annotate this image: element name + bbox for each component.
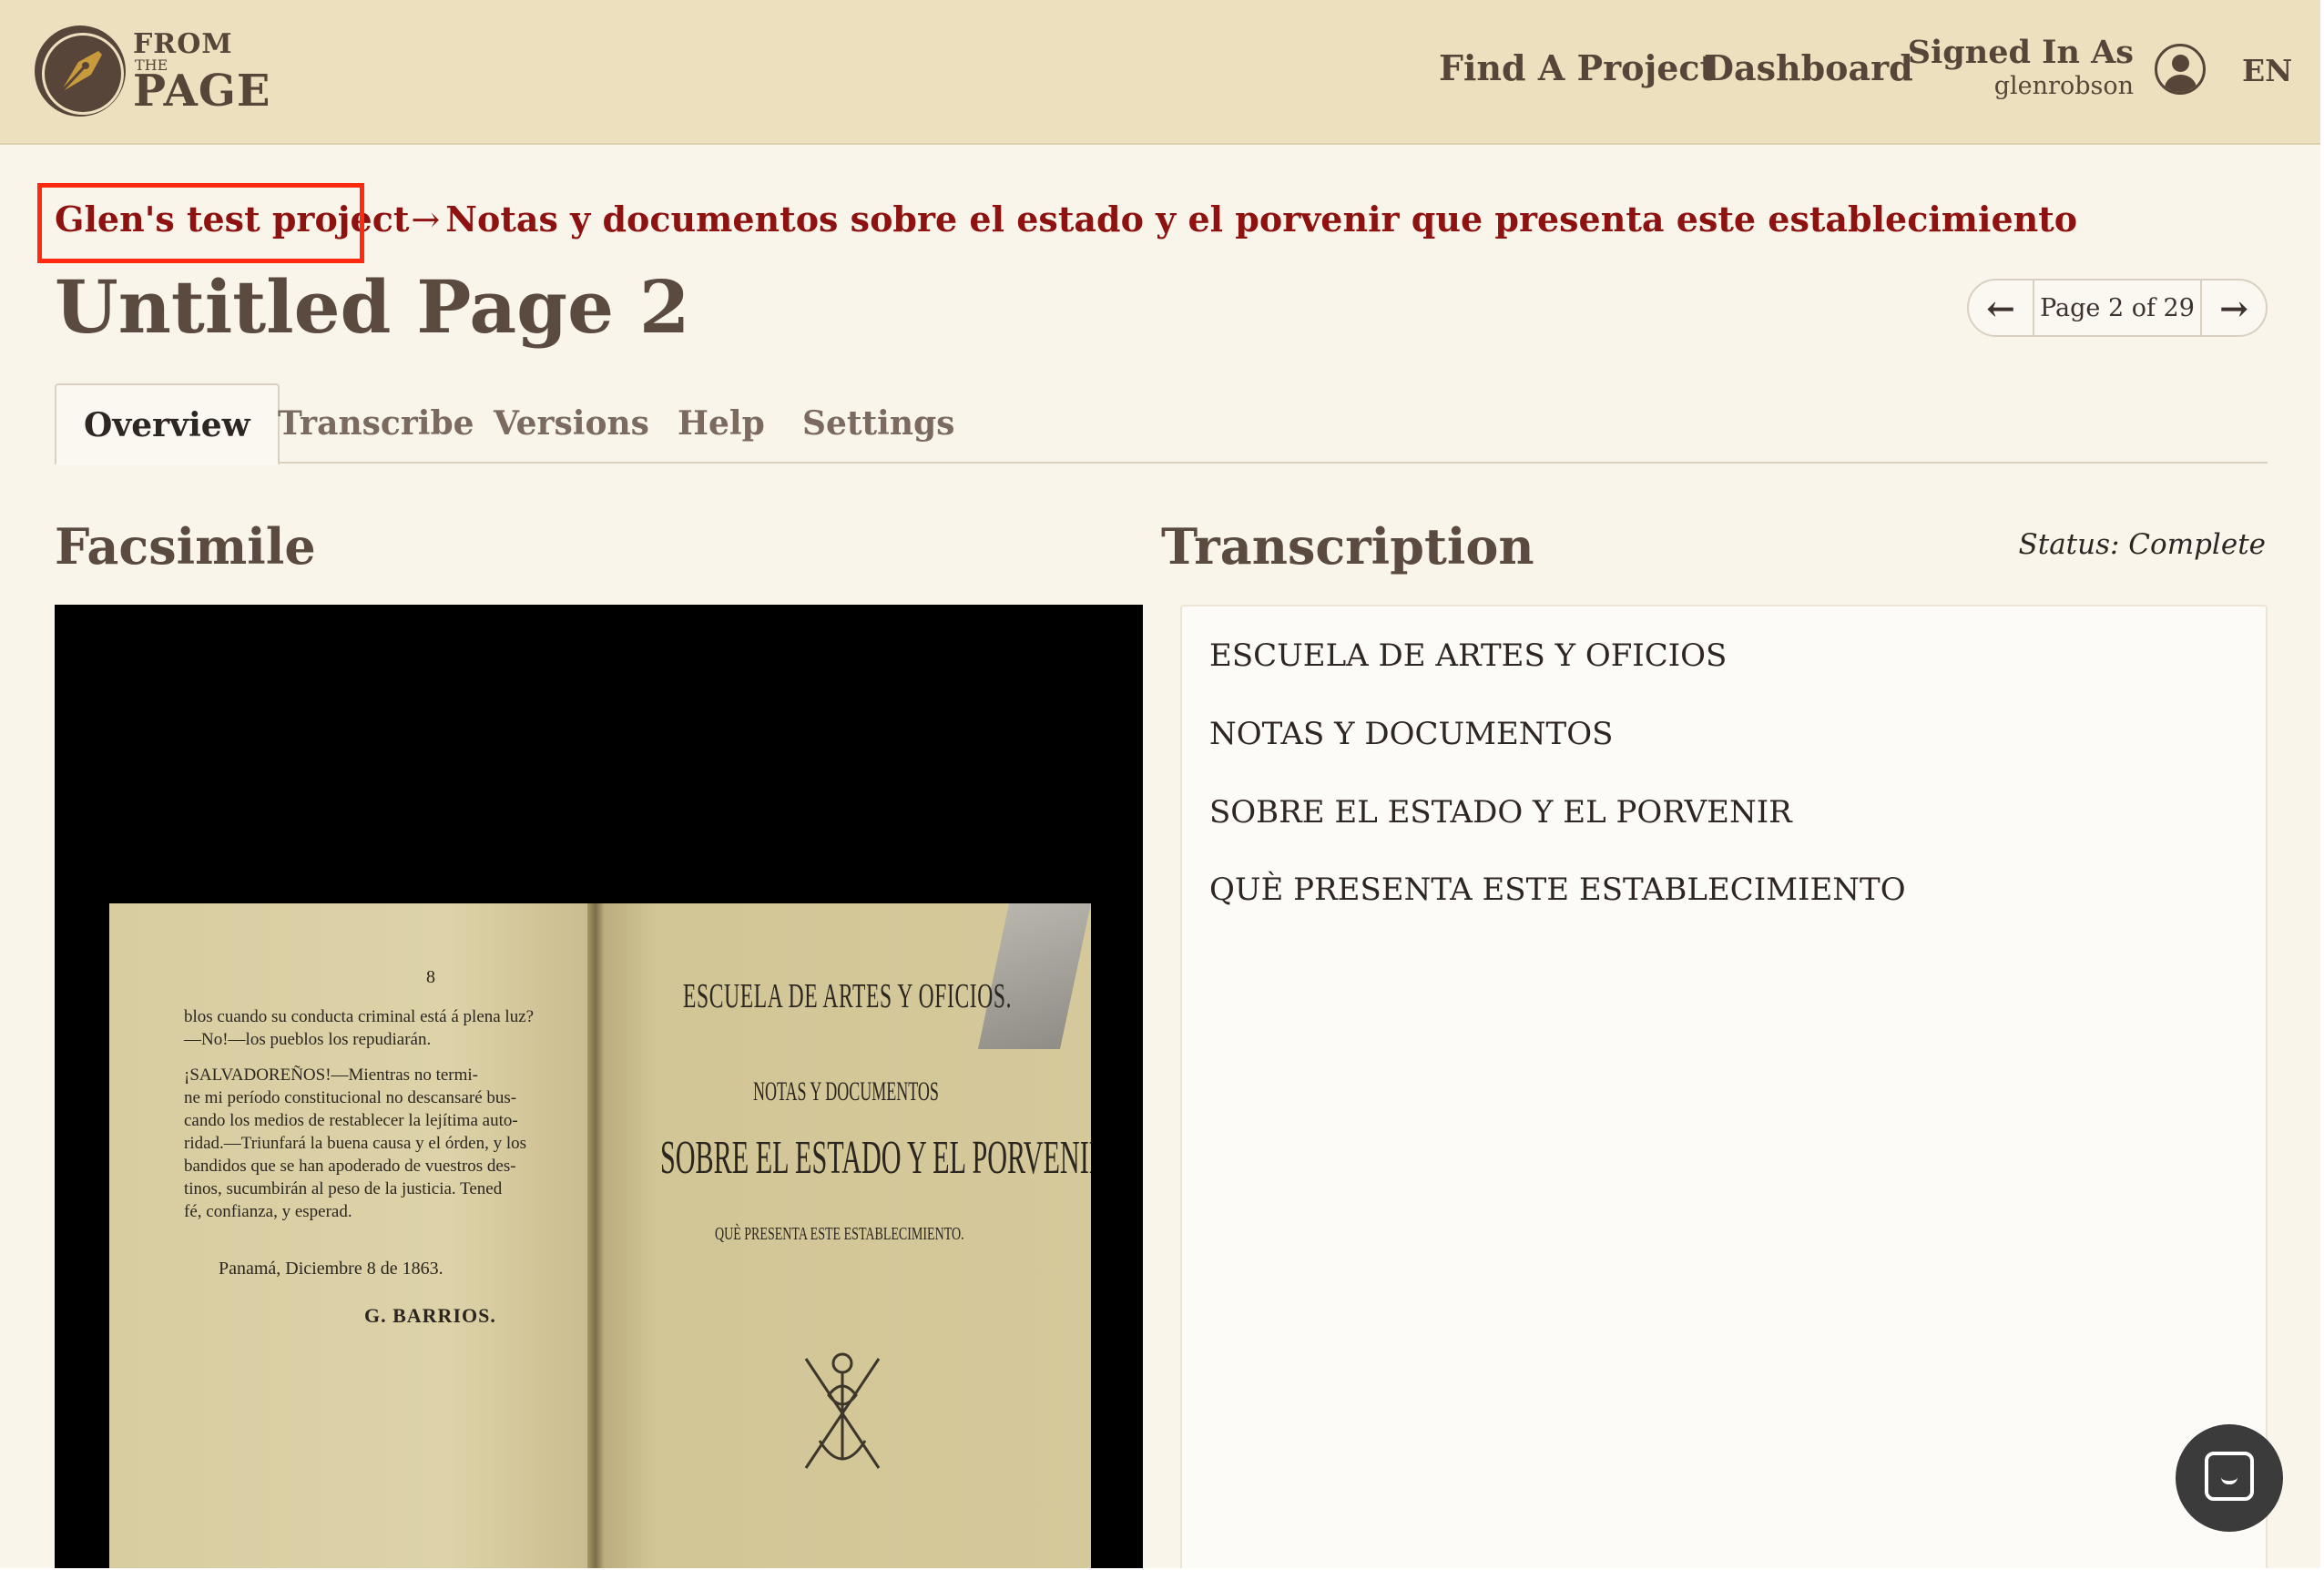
- logo[interactable]: FROM THE PAGE: [35, 22, 290, 122]
- nav-dashboard[interactable]: Dashboard: [1704, 47, 1913, 88]
- pager-label: Page 2 of 29: [2040, 293, 2195, 322]
- facsimile-place-date: Panamá, Diciembre 8 de 1863.: [219, 1259, 443, 1279]
- facsimile-left-text: blos cuando su conducta criminal está á …: [184, 1007, 535, 1221]
- arrow-left-icon: ←: [1986, 287, 2015, 329]
- facsimile-page-number: 8: [426, 967, 435, 987]
- nav-find-a-project[interactable]: Find A Project: [1439, 47, 1716, 88]
- facsimile-right-title: ESCUELA DE ARTES Y OFICIOS.: [683, 977, 1013, 1015]
- highlight-box: [37, 183, 364, 263]
- arrow-right-icon: →: [2219, 287, 2248, 329]
- facsimile-right-sub2: SOBRE EL ESTADO Y EL PORVENIR: [660, 1132, 1091, 1184]
- page-title: Untitled Page 2: [55, 264, 690, 350]
- transcription-panel: ESCUELA DE ARTES Y OFICIOS NOTAS Y DOCUM…: [1180, 605, 2268, 1568]
- facsimile-heading: Facsimile: [55, 517, 316, 576]
- transcription-line: NOTAS Y DOCUMENTOS: [1209, 716, 1614, 752]
- status-text: Status: Complete: [2018, 528, 2267, 561]
- chat-bubble-icon[interactable]: [2176, 1424, 2283, 1532]
- facsimile-right-sub3: QUÈ PRESENTA ESTE ESTABLECIMIENTO.: [715, 1224, 964, 1244]
- tab-transcribe[interactable]: Transcribe: [278, 383, 474, 464]
- breadcrumb-separator: →: [411, 199, 441, 240]
- tab-versions[interactable]: Versions: [494, 383, 649, 464]
- prev-page-button[interactable]: ←: [1969, 280, 2034, 335]
- username: glenrobson: [1993, 72, 2134, 100]
- facsimile-image: 8 blos cuando su conducta criminal está …: [109, 903, 1091, 1568]
- facsimile-viewer[interactable]: 8 blos cuando su conducta criminal está …: [55, 605, 1143, 1568]
- next-page-button[interactable]: →: [2200, 280, 2266, 335]
- signed-in-label: Signed In As: [1907, 34, 2134, 71]
- transcription-heading: Transcription: [1161, 517, 1534, 576]
- page-tabs: Overview Transcribe Versions Help Settin…: [55, 383, 2268, 465]
- pen-nib-icon: [35, 25, 126, 117]
- user-avatar-icon[interactable]: [2155, 44, 2206, 95]
- transcription-line: QUÈ PRESENTA ESTE ESTABLECIMIENTO: [1209, 872, 1906, 908]
- facsimile-right-sub1: NOTAS Y DOCUMENTOS: [753, 1076, 939, 1106]
- top-header: FROM THE PAGE Find A Project Dashboard S…: [0, 0, 2320, 145]
- page-pager: ← Page 2 of 29 →: [1967, 279, 2268, 337]
- tab-help[interactable]: Help: [678, 383, 765, 464]
- transcription-line: ESCUELA DE ARTES Y OFICIOS: [1209, 637, 1728, 674]
- emblem-icon: [804, 1352, 881, 1469]
- breadcrumb-work-link[interactable]: Notas y documentos sobre el estado y el …: [445, 199, 2077, 240]
- page: FROM THE PAGE Find A Project Dashboard S…: [0, 0, 2320, 1568]
- transcription-line: SOBRE EL ESTADO Y EL PORVENIR: [1209, 794, 1792, 831]
- tab-overview[interactable]: Overview: [55, 383, 280, 465]
- language-switcher[interactable]: EN: [2242, 53, 2292, 88]
- facsimile-signature: G. BARRIOS.: [364, 1304, 496, 1327]
- signed-in-block[interactable]: Signed In As glenrobson: [1908, 36, 2134, 98]
- tab-settings[interactable]: Settings: [802, 383, 954, 464]
- logo-wordmark: FROM THE PAGE: [133, 28, 271, 117]
